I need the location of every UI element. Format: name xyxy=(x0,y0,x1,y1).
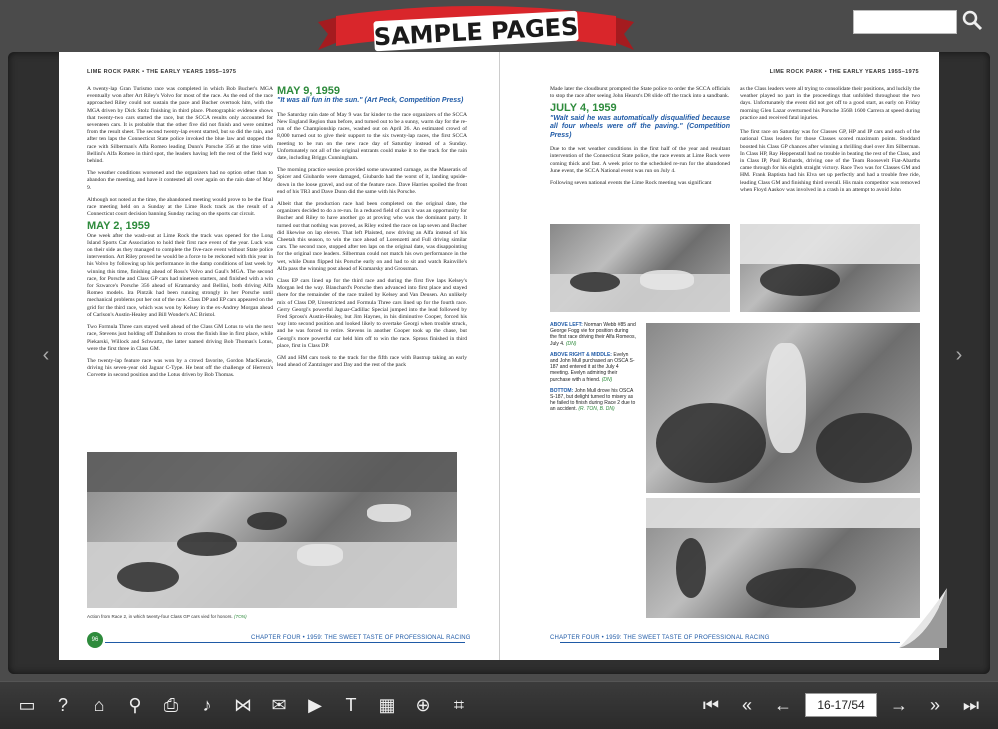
paragraph: GM and HM cars took to the track for the… xyxy=(277,355,467,369)
zoom-icon[interactable]: ⊕ xyxy=(410,692,436,718)
thumbnails-icon[interactable]: ▭ xyxy=(14,692,40,718)
paragraph: Made later the cloudburst prompted the S… xyxy=(550,86,730,100)
text-icon[interactable]: T xyxy=(338,692,364,718)
caption-credit: (DN) xyxy=(565,340,577,347)
left-page[interactable]: LIME ROCK PARK • THE EARLY YEARS 1955–19… xyxy=(59,52,500,660)
paragraph: The Saturday rain date of May 9 was far … xyxy=(277,111,467,161)
paragraph: One week after the wash-out at Lime Rock… xyxy=(87,232,273,318)
running-head: LIME ROCK PARK • THE EARLY YEARS 1955–19… xyxy=(87,69,237,75)
first-page-icon[interactable]: ⏮ xyxy=(698,692,724,718)
previous-page-icon[interactable]: ← xyxy=(770,692,796,718)
section-heading-may9: MAY 9, 1959 xyxy=(277,85,340,97)
footer-rule xyxy=(105,642,465,643)
left-column-1: A twenty-lap Gran Turismo race was compl… xyxy=(87,86,273,385)
paragraph: Although not noted at the time, the aban… xyxy=(87,196,273,218)
slideshow-icon[interactable]: ▶ xyxy=(302,692,328,718)
grid-icon[interactable]: ▦ xyxy=(374,692,400,718)
race-photo xyxy=(87,452,457,608)
right-column-2: as the Class leaders were all trying to … xyxy=(740,86,920,193)
running-head: LIME ROCK PARK • THE EARLY YEARS 1955–19… xyxy=(769,69,919,75)
page-number-field[interactable]: 16-17/54 xyxy=(805,693,877,717)
right-page[interactable]: LIME ROCK PARK • THE EARLY YEARS 1955–19… xyxy=(500,52,939,660)
page-curl-icon[interactable] xyxy=(899,588,947,648)
caption-text: Action from Race 2, in which twenty-four… xyxy=(87,614,233,619)
left-column-2: MAY 9, 1959 "It was all fun in the sun."… xyxy=(277,85,467,374)
chapter-footer: CHAPTER FOUR • 1959: THE SWEET TASTE OF … xyxy=(251,635,471,641)
chapter-footer: CHAPTER FOUR • 1959: THE SWEET TASTE OF … xyxy=(550,635,770,641)
search-icon[interactable] xyxy=(960,8,984,32)
crop-icon[interactable]: ⌗ xyxy=(446,692,472,718)
footer-rule xyxy=(560,642,900,643)
sample-pages-ribbon: SAMPLE PAGES xyxy=(318,6,634,51)
print-icon[interactable]: ⎙ xyxy=(158,692,184,718)
page-number-badge: 96 xyxy=(87,632,103,648)
next-page-icon[interactable]: → xyxy=(886,692,912,718)
search-input[interactable] xyxy=(853,10,957,34)
photo-evelyn-mull xyxy=(646,323,920,493)
caption-credit: (DN) xyxy=(601,376,613,383)
paragraph: A twenty-lap Gran Turismo race was compl… xyxy=(87,86,273,165)
photo-osca xyxy=(740,224,920,312)
paragraph: The twenty-lap feature race was won by a… xyxy=(87,357,273,379)
photo-captions: ABOVE LEFT: Norman Webb #85 and George F… xyxy=(550,322,636,413)
bottom-toolbar: ▭ ? ⌂ ⚲ ⎙ ♪ ⋈ ✉ ▶ T ▦ ⊕ ⌗ ⏮ « ← 16-17/54… xyxy=(0,681,998,729)
search-icon[interactable]: ⚲ xyxy=(122,692,148,718)
paragraph: Due to the wet weather conditions in the… xyxy=(550,146,730,174)
home-icon[interactable]: ⌂ xyxy=(86,692,112,718)
prev-page-arrow-icon[interactable]: ‹ xyxy=(38,344,54,366)
fast-back-icon[interactable]: « xyxy=(734,692,760,718)
paragraph: The morning practice session provided so… xyxy=(277,167,467,195)
page-spread: LIME ROCK PARK • THE EARLY YEARS 1955–19… xyxy=(59,52,939,660)
section-heading-july4: JULY 4, 1959 xyxy=(550,102,617,115)
paragraph: Following seven national events the Lime… xyxy=(550,179,712,186)
photo-caption: Action from Race 2, in which twenty-four… xyxy=(87,614,247,619)
caption-label: ABOVE RIGHT & MIDDLE: xyxy=(550,351,612,358)
paragraph: Class EP cars lined up for the third rac… xyxy=(277,277,467,349)
help-icon[interactable]: ? xyxy=(50,692,76,718)
sound-icon[interactable]: ♪ xyxy=(194,692,220,718)
right-column-1: Made later the cloudburst prompted the S… xyxy=(550,86,730,192)
caption-label: ABOVE LEFT: xyxy=(550,322,583,328)
caption-credit: (R. TON, B. DN) xyxy=(578,406,615,413)
section-heading-may2: MAY 2, 1959 xyxy=(87,220,150,233)
photo-john-mull xyxy=(646,498,920,618)
paragraph: Two Formula Three cars stayed well ahead… xyxy=(87,324,273,352)
share-icon[interactable]: ⋈ xyxy=(230,692,256,718)
paragraph: Albeit that the production race had been… xyxy=(277,200,467,272)
flipbook-viewer: LIME ROCK PARK • THE EARLY YEARS 1955–19… xyxy=(0,0,998,681)
pull-quote: "Walt said he was automatically disquali… xyxy=(550,114,730,139)
paragraph: The weather conditions worsened and the … xyxy=(87,170,273,191)
pull-quote: "It was all fun in the sun." (Art Peck, … xyxy=(277,97,464,105)
caption-label: BOTTOM: xyxy=(550,387,574,394)
fast-forward-icon[interactable]: » xyxy=(922,692,948,718)
photo-alfa-romeos xyxy=(550,224,730,312)
next-page-arrow-icon[interactable]: › xyxy=(951,344,967,366)
last-page-icon[interactable]: ⏭ xyxy=(958,692,984,718)
caption-credit: (TON) xyxy=(233,614,247,619)
email-icon[interactable]: ✉ xyxy=(266,692,292,718)
